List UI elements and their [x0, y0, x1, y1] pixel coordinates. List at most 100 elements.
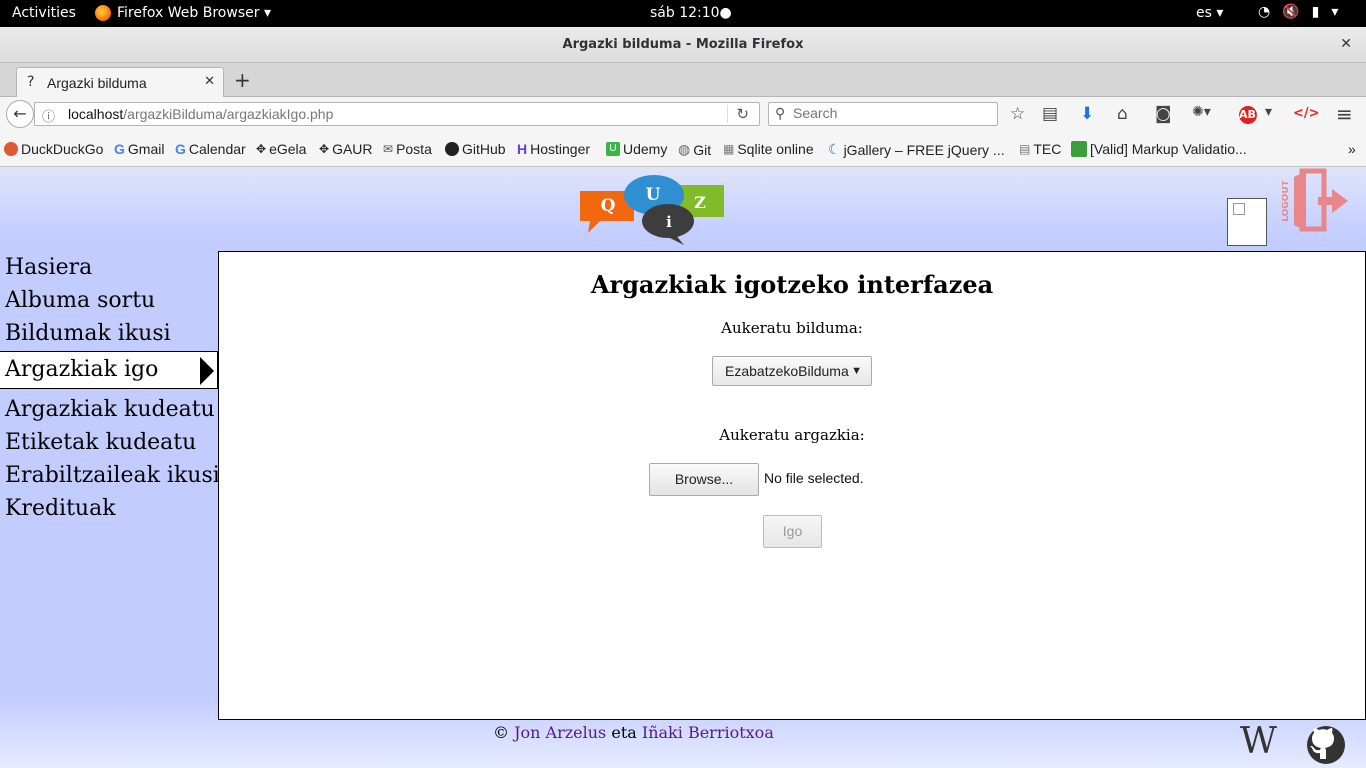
- and-text: eta: [611, 723, 637, 742]
- url-path: /argazkiBilduma/argazkiakIgo.php: [123, 106, 334, 122]
- tab-argazki-bilduma[interactable]: ? Argazki bilduma ✕: [16, 67, 224, 98]
- bookmark-github[interactable]: GitHub: [445, 141, 506, 157]
- system-tray[interactable]: ◔ 🔇 ▮ ▾: [1258, 4, 1338, 20]
- udemy-icon: U: [606, 142, 620, 156]
- tab-bar: ? Argazki bilduma ✕ +: [0, 63, 1366, 98]
- logo-letter-u: U: [646, 185, 661, 205]
- sidebar-item-hasiera[interactable]: Hasiera: [0, 251, 218, 284]
- bookmark-gaur[interactable]: ✥ GAUR: [319, 141, 373, 157]
- devtools-icon[interactable]: </>: [1293, 106, 1320, 121]
- sidebar-item-label: Argazkiak igo: [5, 357, 159, 382]
- bookmark-egela[interactable]: ✥ eGela: [256, 141, 306, 157]
- wifi-icon: ◔: [1258, 4, 1271, 20]
- page-icon: ▦: [723, 142, 735, 156]
- system-top-bar: Activities Firefox Web Browser ▾ sáb 12:…: [0, 0, 1366, 27]
- jquery-icon: ☾: [828, 141, 841, 157]
- app-menu[interactable]: Firefox Web Browser ▾: [95, 5, 271, 21]
- validator-icon: [1071, 141, 1087, 157]
- page-content: Q U i Z LOGOUT Hasiera Albuma sortu Bild…: [0, 167, 1366, 768]
- sidebar-item-albuma-sortu[interactable]: Albuma sortu: [0, 284, 218, 317]
- sidebar-item-argazkiak-igo[interactable]: Argazkiak igo: [0, 351, 218, 389]
- mail-icon: ✉: [383, 142, 394, 156]
- bookmarks-toolbar: DuckDuckGo G Gmail G Calendar ✥ eGela ✥ GAUR…: [0, 132, 1366, 167]
- hostinger-icon: H: [517, 141, 528, 157]
- reading-list-icon[interactable]: ▤: [1042, 104, 1058, 124]
- upload-panel: Argazkiak igotzeko interfazea Aukeratu b…: [218, 251, 1366, 720]
- logo-letter-i: i: [666, 213, 672, 231]
- bookmark-hostinger[interactable]: H Hostinger: [517, 141, 590, 157]
- window-close-button[interactable]: ✕: [1340, 36, 1352, 52]
- logo-letter-q: Q: [601, 196, 616, 216]
- page-icon: ?: [27, 74, 35, 90]
- app-menu-label: Firefox Web Browser ▾: [117, 5, 271, 21]
- github-icon: [445, 142, 459, 156]
- navigation-toolbar: ← ⓘ localhost/argazkiBilduma/argazkiakIg…: [0, 97, 1366, 132]
- sidebar-item-etiketak-kudeatu[interactable]: Etiketak kudeatu: [0, 426, 218, 459]
- browse-button[interactable]: Browse...: [649, 463, 759, 496]
- search-input[interactable]: [793, 105, 989, 121]
- upload-submit-button[interactable]: Igo: [763, 515, 822, 548]
- new-tab-button[interactable]: +: [234, 68, 251, 92]
- active-arrow-icon: [200, 357, 214, 385]
- ehu-icon: ✥: [256, 142, 267, 156]
- page-title: Argazkiak igotzeko interfazea: [590, 270, 994, 299]
- bookmark-jgallery[interactable]: ☾ jGallery – FREE jQuery ...: [828, 141, 1005, 158]
- wikipedia-icon[interactable]: W: [1240, 724, 1277, 760]
- sidebar-item-argazkiak-kudeatu[interactable]: Argazkiak kudeatu: [0, 393, 218, 426]
- bookmark-star-icon[interactable]: ☆: [1010, 104, 1025, 124]
- file-status-text: No file selected.: [764, 470, 864, 486]
- adblock-icon[interactable]: ABP: [1239, 106, 1264, 124]
- search-bar[interactable]: ⚲: [768, 102, 998, 126]
- info-icon[interactable]: ⓘ: [42, 106, 55, 125]
- globe-icon: ◍: [678, 141, 691, 157]
- home-icon[interactable]: ⌂: [1117, 104, 1128, 124]
- logo-letter-z: Z: [694, 193, 706, 212]
- search-icon: ⚲: [775, 105, 786, 121]
- sidebar-item-bildumak-ikusi[interactable]: Bildumak ikusi: [0, 317, 218, 350]
- bookmark-tec[interactable]: ▤ TEC: [1019, 141, 1061, 157]
- author-link-inaki-berriotxoa[interactable]: Iñaki Berriotxoa: [642, 723, 774, 742]
- firefox-icon: [95, 5, 111, 21]
- bookmark-markup-validator[interactable]: [Valid] Markup Validatio...: [1071, 141, 1247, 157]
- album-select-value: EzabatzekoBilduma: [725, 363, 849, 379]
- bookmark-posta[interactable]: ✉ Posta: [383, 141, 432, 157]
- activities-button[interactable]: Activities: [12, 5, 76, 21]
- clock[interactable]: sáb 12:10●: [650, 5, 732, 21]
- chevron-down-icon[interactable]: ▾: [1265, 104, 1272, 120]
- author-link-jon-arzelus[interactable]: Jon Arzelus: [514, 723, 606, 742]
- quiz-logo: Q U i Z: [580, 175, 724, 245]
- broken-image-icon: [1233, 203, 1245, 215]
- url-text[interactable]: localhost/argazkiBilduma/argazkiakIgo.ph…: [68, 106, 333, 122]
- url-bar[interactable]: ⓘ localhost/argazkiBilduma/argazkiakIgo.…: [34, 102, 760, 126]
- bookmark-udemy[interactable]: U Udemy: [606, 141, 667, 157]
- copyright-symbol: ©: [493, 723, 509, 742]
- bookmark-calendar[interactable]: G Calendar: [175, 141, 246, 157]
- language-indicator[interactable]: es ▾: [1196, 5, 1223, 21]
- tab-label: Argazki bilduma: [47, 75, 147, 91]
- extension-icon[interactable]: ✺▾: [1192, 104, 1211, 120]
- tab-close-button[interactable]: ✕: [204, 74, 215, 89]
- footer: © Jon Arzelus eta Iñaki Berriotxoa W: [0, 720, 1366, 768]
- back-button[interactable]: ←: [6, 100, 34, 128]
- logout-label: LOGOUT: [1282, 179, 1291, 221]
- pocket-icon[interactable]: ◙: [1155, 104, 1172, 124]
- github-icon[interactable]: [1306, 725, 1346, 765]
- downloads-icon[interactable]: ⬇: [1080, 104, 1094, 124]
- sidebar-menu: Hasiera Albuma sortu Bildumak ikusi Arga…: [0, 251, 220, 525]
- bookmark-sqlite-online[interactable]: ▦ Sqlite online: [723, 141, 814, 157]
- sidebar-item-kredituak[interactable]: Kredituak: [0, 492, 218, 525]
- chevron-down-icon: ▾: [1331, 4, 1339, 20]
- bookmark-duckduckgo[interactable]: DuckDuckGo: [4, 141, 103, 157]
- chevron-down-icon: ▼: [851, 365, 862, 377]
- sidebar-item-erabiltzaileak-ikusi[interactable]: Erabiltzaileak ikusi: [0, 459, 220, 492]
- footer-credits: © Jon Arzelus eta Iñaki Berriotxoa: [493, 723, 774, 742]
- album-select[interactable]: EzabatzekoBilduma ▼: [712, 356, 872, 386]
- reload-icon[interactable]: ↻: [727, 105, 749, 123]
- bookmark-gmail[interactable]: G Gmail: [114, 141, 164, 157]
- album-label: Aukeratu bilduma:: [721, 319, 863, 337]
- logout-button[interactable]: LOGOUT: [1282, 167, 1350, 235]
- bookmark-git[interactable]: ◍ Git: [678, 141, 711, 158]
- hamburger-menu-icon[interactable]: ≡: [1336, 102, 1353, 126]
- user-avatar-image: [1227, 198, 1267, 246]
- bookmarks-overflow-button[interactable]: »: [1348, 141, 1356, 157]
